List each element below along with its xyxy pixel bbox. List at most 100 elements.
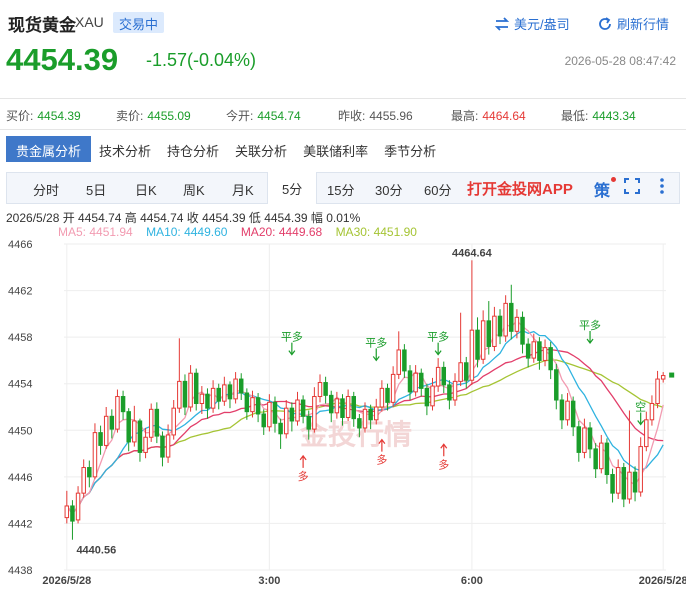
tab-period-30min[interactable]: 30分 <box>375 180 402 199</box>
high-price: 最高: 4464.64 <box>451 109 526 123</box>
currency-unit-label: 美元/盎司 <box>514 17 570 32</box>
refresh-icon <box>599 16 611 30</box>
candle-down <box>632 471 638 493</box>
tab-period-5min[interactable]: 5分 <box>267 172 318 204</box>
candle-up <box>452 380 458 401</box>
close-signal-arrow <box>637 412 645 426</box>
price-change: -1.57(-0.04%) <box>146 50 257 70</box>
close-signal-arrow <box>434 342 442 356</box>
tab-correlation-analysis[interactable]: 关联分析 <box>227 136 295 162</box>
candle-down <box>610 474 615 494</box>
candle-down <box>227 384 233 400</box>
candle-down <box>261 413 266 428</box>
candle-up <box>199 393 205 405</box>
candle-up <box>435 366 441 387</box>
tab-period-weekly[interactable]: 周K <box>183 180 205 199</box>
exchange-icon <box>494 16 510 31</box>
open-app-link[interactable]: 打开金投网APP <box>467 178 573 199</box>
more-vertical-icon <box>660 178 664 194</box>
candle-up <box>649 403 655 421</box>
ask-price: 卖价: 4455.09 <box>116 109 191 123</box>
candle-down <box>278 422 283 435</box>
candle-up <box>542 347 548 361</box>
candle-down <box>559 399 565 421</box>
tab-seasonal-analysis[interactable]: 季节分析 <box>376 136 444 162</box>
candle-up <box>396 349 402 375</box>
candle-up <box>283 407 289 435</box>
instrument-title: 现货黄金 <box>8 16 76 35</box>
long-signal-arrow <box>440 443 448 457</box>
tab-technical-analysis[interactable]: 技术分析 <box>91 136 159 162</box>
tab-period-60min[interactable]: 60分 <box>424 180 451 199</box>
candle-up <box>374 406 379 421</box>
candle-down <box>570 400 576 428</box>
candle-up <box>531 341 537 359</box>
close-signal-arrow <box>288 342 296 356</box>
candle-down <box>407 370 413 393</box>
bid-price: 买价: 4454.39 <box>6 109 81 123</box>
candle-down <box>87 467 92 478</box>
analysis-tabs: 贵金属分析 技术分析 持仓分析 关联分析 美联储利率 季节分析 <box>6 136 444 162</box>
y-tick-label: 4442 <box>8 518 32 530</box>
candle-down <box>621 467 627 500</box>
candle-down <box>323 382 328 396</box>
candle-down <box>120 396 126 413</box>
y-tick-label: 4458 <box>8 332 32 344</box>
tab-precious-metals-analysis[interactable]: 贵金属分析 <box>6 136 92 162</box>
fullscreen-button[interactable] <box>623 177 641 200</box>
candle-up <box>503 302 508 337</box>
candlestick-chart[interactable]: 4438 4442 4446 4450 4454 4458 4462 4466 2026/5/2… <box>0 236 686 586</box>
last-price-marker <box>669 372 675 378</box>
candle-up <box>132 420 137 443</box>
candle-up <box>379 387 385 408</box>
tab-period-5day[interactable]: 5日 <box>86 180 106 199</box>
x-tick-label: 2026/5/28 <box>639 575 686 586</box>
quote-timestamp: 2026-05-28 08:47:42 <box>564 54 676 68</box>
candle-down <box>554 369 559 401</box>
strategy-button[interactable]: 策 <box>594 177 610 201</box>
refresh-quote-button[interactable]: 刷新行情 <box>597 14 669 33</box>
tab-period-daily[interactable]: 日K <box>135 180 157 199</box>
close-signal-label: 平多 <box>427 330 449 344</box>
candle-up <box>660 375 666 380</box>
candle-down <box>525 343 531 359</box>
candle-up <box>103 415 109 446</box>
tab-period-15min[interactable]: 15分 <box>327 180 354 199</box>
more-options-button[interactable] <box>659 177 665 200</box>
x-tick-label: 6:00 <box>461 575 483 586</box>
candle-up <box>514 316 520 332</box>
close-signal-arrow <box>372 348 380 362</box>
tab-position-analysis[interactable]: 持仓分析 <box>159 136 227 162</box>
candle-down <box>464 362 469 381</box>
candle-up <box>413 372 418 393</box>
candle-down <box>587 427 593 450</box>
fullscreen-icon <box>624 178 640 194</box>
candle-down <box>497 315 503 337</box>
candle-down <box>368 408 373 421</box>
candle-up <box>334 398 340 414</box>
currency-unit-button[interactable]: 美元/盎司 <box>494 14 570 33</box>
tab-fed-rate[interactable]: 美联储利率 <box>295 136 376 162</box>
candle-down <box>509 302 514 332</box>
long-signal-label: 多 <box>438 457 449 471</box>
candle-down <box>272 401 278 424</box>
quote-header: 现货黄金 XAU 交易中 美元/盎司 刷新行情 4454.39 -1.57(-0… <box>0 0 686 100</box>
notification-dot <box>611 177 616 182</box>
candle-down <box>216 387 221 402</box>
tab-period-intraday[interactable]: 分时 <box>33 180 59 199</box>
candle-down <box>160 435 165 458</box>
candle-down <box>289 407 295 422</box>
candle-down <box>154 408 160 437</box>
quote-summary-bar: 买价: 4454.39 卖价: 4455.09 今开: 4454.74 昨收: 4455… <box>0 98 686 130</box>
candle-down <box>447 384 452 401</box>
candle-up <box>81 467 86 494</box>
tab-period-monthly[interactable]: 月K <box>232 180 254 199</box>
candle-down <box>193 372 199 405</box>
long-signal-label: 多 <box>298 469 309 483</box>
candle-down <box>340 398 345 418</box>
x-tick-label: 3:00 <box>258 575 280 586</box>
candle-down <box>351 396 356 420</box>
candle-up <box>188 372 193 408</box>
period-tabs: 分时 5日 日K 周K 月K 5分 15分 30分 60分 打开金投网APP 策 <box>6 172 680 204</box>
candle-info-line: 2026/5/28 开 4454.74 高 4454.74 收 4454.39 … <box>6 211 361 225</box>
